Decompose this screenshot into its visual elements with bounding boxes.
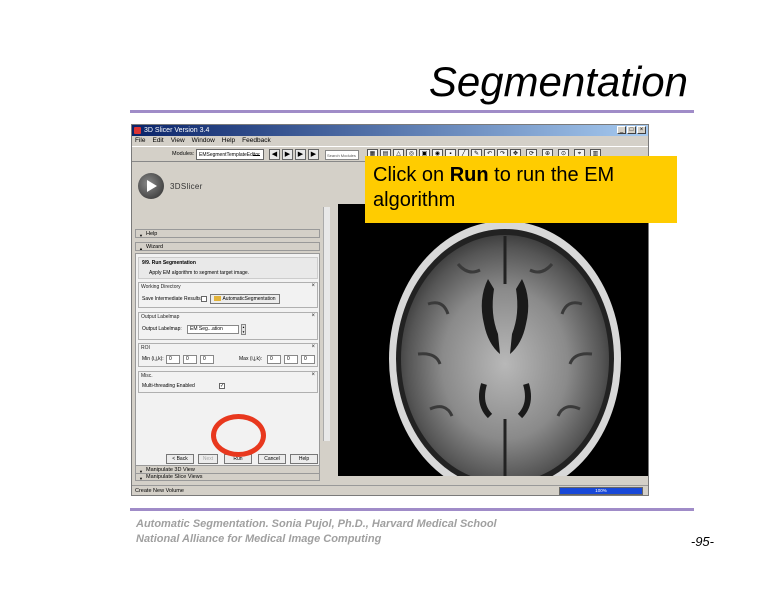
minimize-icon[interactable]: _ xyxy=(617,126,626,134)
group-close-icon[interactable]: × xyxy=(311,283,315,289)
group-close-icon[interactable]: × xyxy=(311,372,315,378)
nav-last-button[interactable]: ▶ xyxy=(308,149,319,160)
working-directory-group: Working Directory × Save Intermediate Re… xyxy=(138,282,318,308)
slide-footer: Automatic Segmentation. Sonia Pujol, Ph.… xyxy=(136,517,497,547)
misc-group: Misc. × Multi-threading Enabled ✓ xyxy=(138,371,318,393)
wizard-section-header[interactable]: ▲ Wizard xyxy=(135,242,320,251)
step-description: Apply EM algorithm to segment target ima… xyxy=(149,270,250,276)
close-icon[interactable]: × xyxy=(637,126,646,134)
top-rule xyxy=(130,110,694,113)
window-controls: _ □ × xyxy=(617,126,646,134)
cancel-button[interactable]: Cancel xyxy=(258,454,286,464)
menubar: File Edit View Window Help Feedback xyxy=(132,136,648,146)
run-highlight-circle xyxy=(211,414,266,457)
panel-scrollbar[interactable] xyxy=(323,207,330,441)
expand-icon: ▼ xyxy=(139,476,143,481)
multithreading-checkbox[interactable]: ✓ xyxy=(219,383,225,389)
multithreading-label: Multi-threading Enabled xyxy=(142,383,195,389)
roi-max-j[interactable]: 0 xyxy=(284,355,298,364)
slicer-logo-text: 3DSlicer xyxy=(170,182,203,191)
help-button[interactable]: Help xyxy=(290,454,318,464)
labelmap-spin-icon[interactable]: ▲ ▼ xyxy=(241,324,246,335)
footer-line-1: Automatic Segmentation. Sonia Pujol, Ph.… xyxy=(136,518,497,530)
working-directory-title: Working Directory xyxy=(141,284,181,290)
working-directory-button[interactable]: AutomaticSegmentation xyxy=(210,294,280,304)
roi-min-k[interactable]: 0 xyxy=(200,355,214,364)
views-3d-section-header[interactable]: ▼ Manipulate 3D View xyxy=(135,465,320,474)
next-button[interactable]: Next xyxy=(198,454,218,464)
progress-bar: 100% xyxy=(559,487,643,495)
nav-back-button[interactable]: ◀ xyxy=(269,149,280,160)
menu-edit[interactable]: Edit xyxy=(152,136,163,146)
roi-max-label: Max (i,j,k): xyxy=(239,356,263,362)
app-icon xyxy=(134,127,141,134)
brain-mri-image xyxy=(389,221,621,476)
window-titlebar: 3D Slicer Version 3.4 _ □ × xyxy=(132,125,648,136)
bottom-rule xyxy=(130,508,694,511)
help-section-label: Help xyxy=(146,231,158,237)
roi-max-k[interactable]: 0 xyxy=(301,355,315,364)
working-directory-button-label: AutomaticSegmentation xyxy=(222,296,276,302)
menu-file[interactable]: File xyxy=(135,136,145,146)
callout-bold: Run xyxy=(449,164,489,186)
menu-window[interactable]: Window xyxy=(192,136,215,146)
page-number: -95- xyxy=(690,534,714,549)
modules-combo[interactable]: EMSegmentTemplateEditor xyxy=(196,149,264,160)
output-labelmap-title: Output Labelmap xyxy=(141,314,180,320)
save-intermediate-label: Save Intermediate Results xyxy=(142,296,201,302)
status-bar: Create New Volume 100% xyxy=(132,485,648,495)
expand-icon: ▼ xyxy=(139,233,143,238)
slice-view-canvas[interactable] xyxy=(338,204,648,476)
module-search-field[interactable]: Search Modules xyxy=(325,150,359,160)
misc-title: Misc. xyxy=(141,373,153,379)
callout-prefix: Click on xyxy=(373,164,450,186)
menu-view[interactable]: View xyxy=(171,136,185,146)
nav-forward-button[interactable]: ▶ xyxy=(282,149,293,160)
maximize-icon[interactable]: □ xyxy=(627,126,636,134)
back-button[interactable]: < Back xyxy=(166,454,194,464)
slice-views-section-label: Manipulate Slice Views xyxy=(146,474,203,480)
instruction-callout: Click on Run to run the EM algorithm xyxy=(365,156,677,223)
modules-label: Modules: xyxy=(172,151,195,157)
slide-title: Segmentation xyxy=(428,58,688,105)
save-intermediate-checkbox[interactable] xyxy=(201,296,207,302)
roi-title: ROI xyxy=(141,345,150,351)
folder-icon xyxy=(214,296,222,302)
wizard-section-label: Wizard xyxy=(146,244,164,250)
output-labelmap-label: Output Labelmap: xyxy=(142,326,182,332)
roi-min-j[interactable]: 0 xyxy=(183,355,197,364)
menu-help[interactable]: Help xyxy=(222,136,235,146)
roi-max-i[interactable]: 0 xyxy=(267,355,281,364)
group-close-icon[interactable]: × xyxy=(311,313,315,319)
roi-min-label: Min (i,j,k): xyxy=(142,356,164,362)
help-section-header[interactable]: ▼ Help xyxy=(135,229,320,238)
collapse-icon: ▲ xyxy=(139,246,143,251)
output-labelmap-group: Output Labelmap × Output Labelmap: EM Se… xyxy=(138,312,318,340)
views-3d-section-label: Manipulate 3D View xyxy=(146,467,195,473)
step-title: 9/9. Run Segmentation xyxy=(142,260,196,266)
group-close-icon[interactable]: × xyxy=(311,344,315,350)
output-labelmap-select[interactable]: EM Seg...ation xyxy=(187,325,239,334)
menu-feedback[interactable]: Feedback xyxy=(242,136,271,146)
status-text: Create New Volume xyxy=(135,488,184,494)
nav-next-button[interactable]: ▶ xyxy=(295,149,306,160)
footer-line-2: National Alliance for Medical Image Comp… xyxy=(136,533,382,545)
progress-label: 100% xyxy=(595,488,607,493)
roi-min-i[interactable]: 0 xyxy=(166,355,180,364)
roi-group: ROI × Min (i,j,k): 0 0 0 Max (i,j,k): 0 … xyxy=(138,343,318,367)
expand-icon: ▼ xyxy=(139,469,143,474)
step-header: 9/9. Run Segmentation Apply EM algorithm… xyxy=(138,257,318,279)
slicer-logo-icon xyxy=(138,173,164,199)
window-title: 3D Slicer Version 3.4 xyxy=(144,127,210,134)
